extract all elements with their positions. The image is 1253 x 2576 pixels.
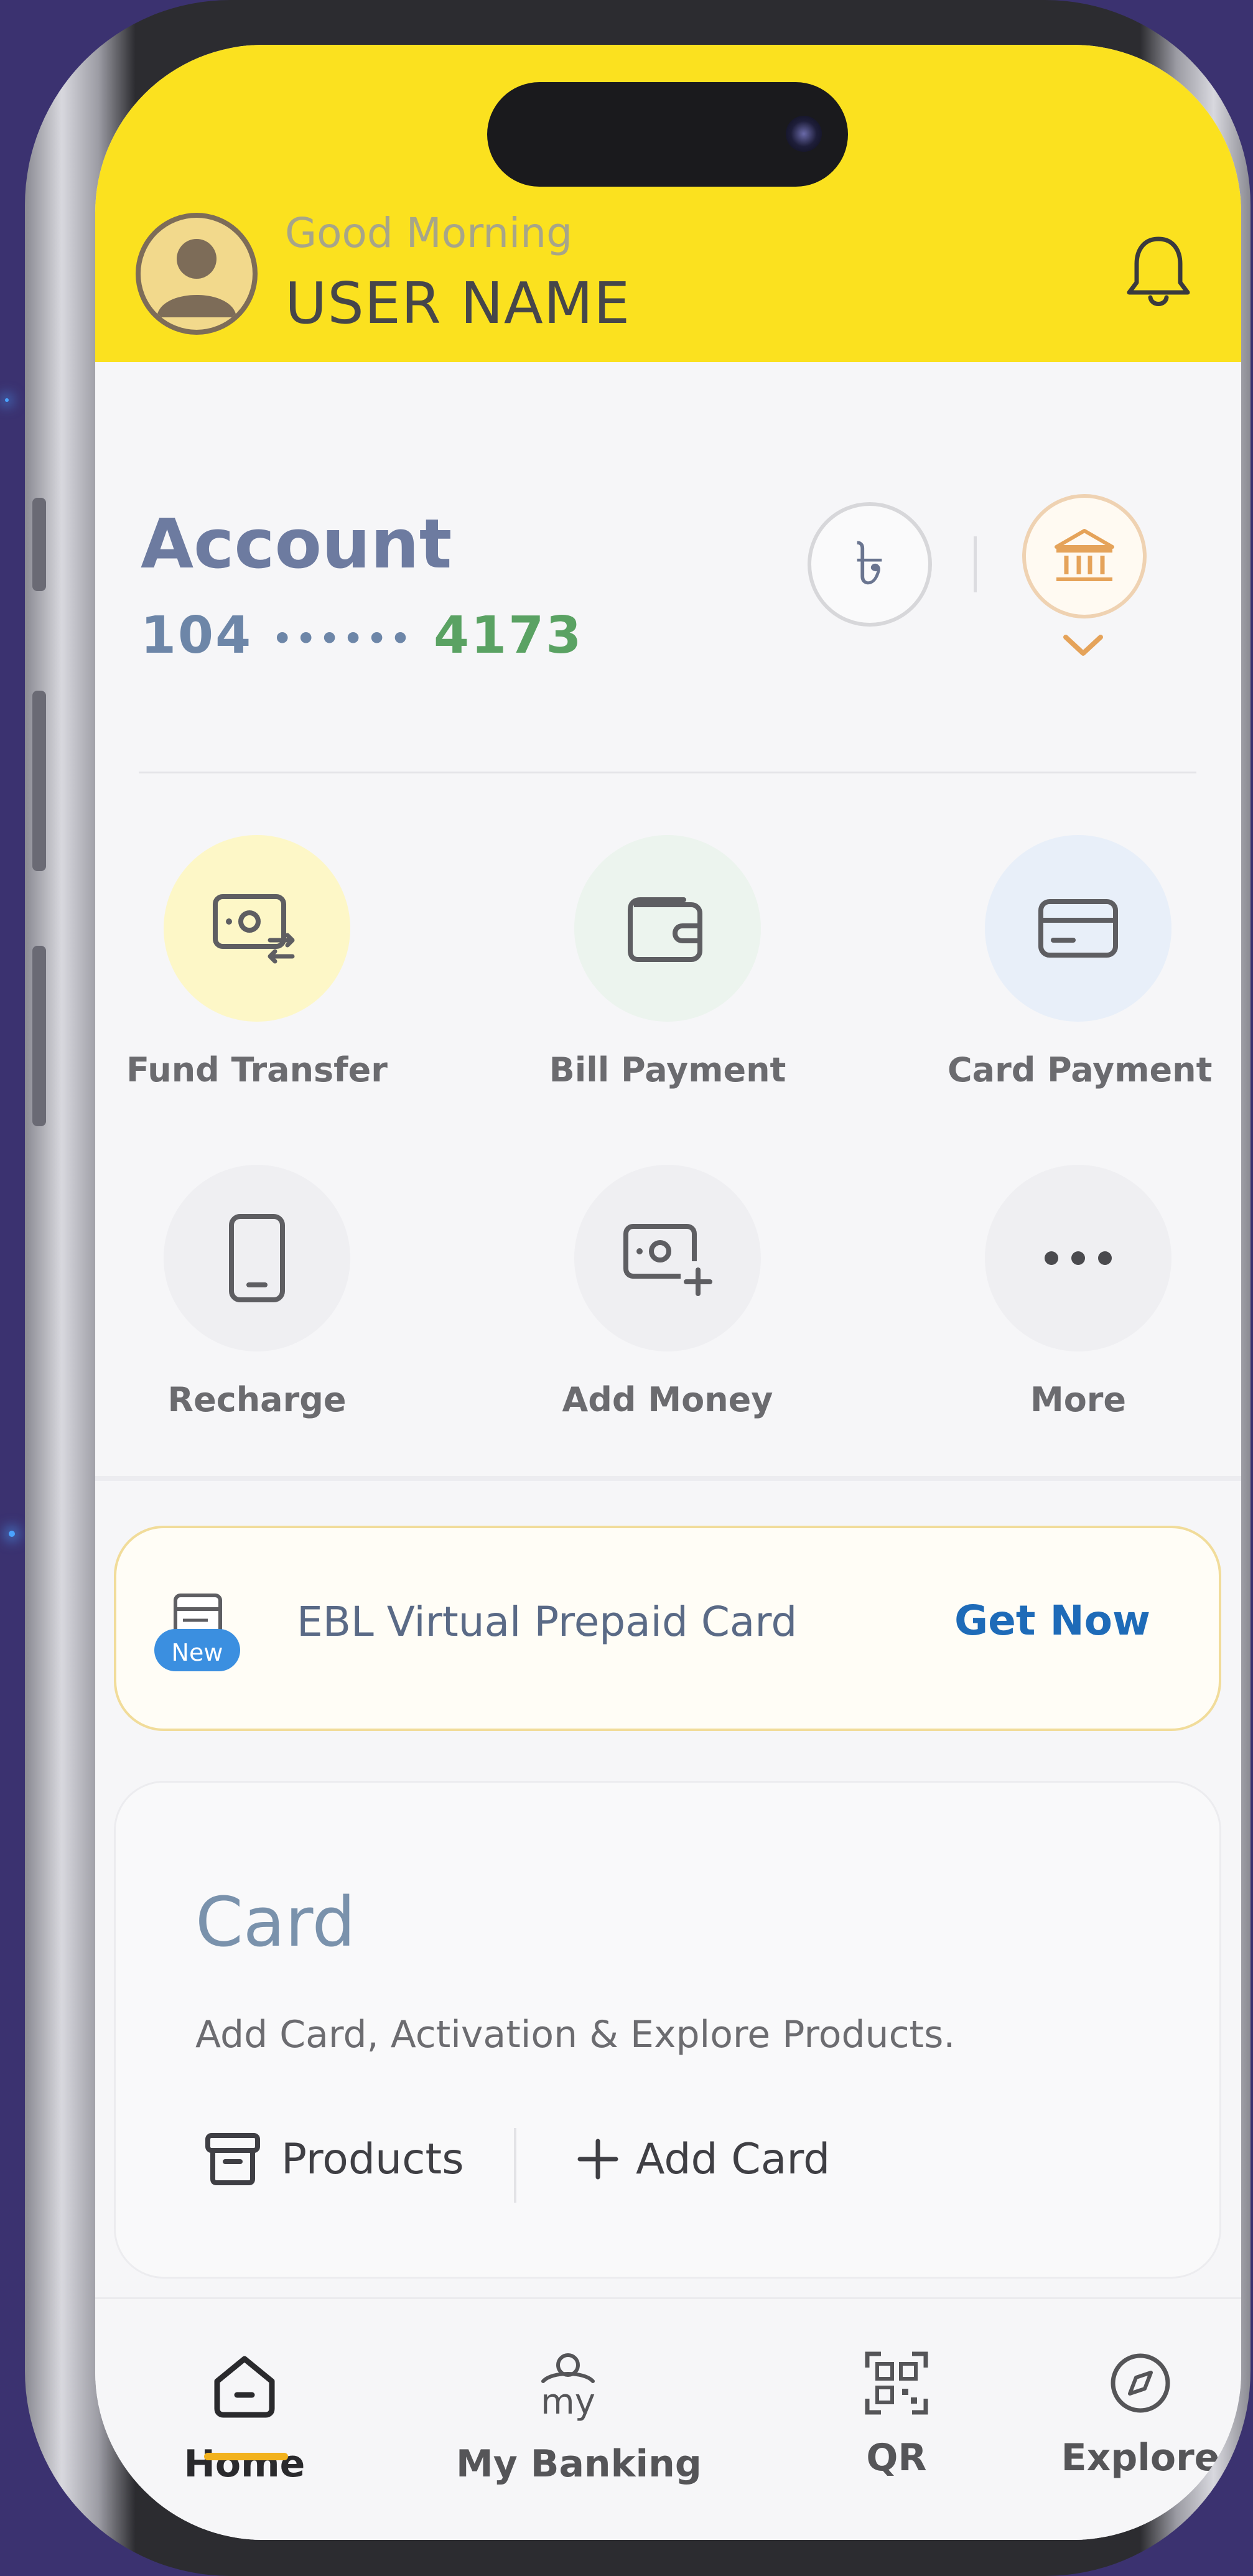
avatar[interactable] (136, 213, 258, 335)
phone-side-button (32, 946, 46, 1126)
background-glow-dot (9, 1531, 15, 1537)
action-icon-circle (985, 835, 1171, 1022)
chevron-down-icon[interactable] (1058, 630, 1108, 661)
action-label: Card Payment (948, 1050, 1213, 1090)
fund-transfer-icon (213, 894, 295, 964)
archive-box-icon (205, 2133, 260, 2185)
action-recharge[interactable]: Recharge (126, 1165, 388, 1419)
phone-frame: Good Morning USER NAME Account 104 •••••… (25, 0, 1251, 2576)
divider (139, 772, 1196, 773)
divider (974, 536, 977, 592)
card-section: Card Add Card, Activation & Explore Prod… (114, 1781, 1221, 2279)
new-badge: New (171, 1639, 223, 1666)
action-label: Recharge (167, 1380, 347, 1419)
prepaid-card-badge: New (151, 1590, 244, 1678)
account-title: Account (141, 504, 452, 584)
action-label: Bill Payment (549, 1050, 786, 1090)
app-header: Good Morning USER NAME (95, 45, 1241, 362)
app-screen: Good Morning USER NAME Account 104 •••••… (95, 45, 1241, 2540)
promo-banner[interactable]: New EBL Virtual Prepaid Card Get Now (114, 1526, 1221, 1731)
divider (514, 2128, 516, 2203)
svg-text:my: my (541, 2382, 595, 2422)
account-number: 104 •••••• 4173 (141, 606, 583, 665)
account-number-suffix: 4173 (434, 606, 584, 665)
action-fund-transfer[interactable]: Fund Transfer (126, 835, 388, 1090)
my-banking-icon: my (541, 2353, 595, 2422)
nav-label: QR (866, 2436, 927, 2480)
promo-text: EBL Virtual Prepaid Card (297, 1598, 798, 1646)
action-icon-circle (985, 1165, 1171, 1351)
phone-side-button (32, 498, 46, 591)
nav-home[interactable]: Home (133, 2349, 356, 2486)
section-separator (95, 1476, 1241, 1481)
home-icon (214, 2356, 275, 2418)
add-card-button[interactable]: Add Card (576, 2125, 830, 2193)
account-number-prefix: 104 (141, 606, 253, 665)
mobile-phone-icon (229, 1214, 285, 1302)
taka-icon: ৳ (855, 529, 885, 599)
qr-code-icon (865, 2351, 928, 2415)
action-card-payment[interactable]: Card Payment (948, 835, 1213, 1090)
nav-label: Explore (1061, 2436, 1220, 2480)
nav-label: Home (184, 2442, 305, 2486)
notification-bell-icon[interactable] (1122, 230, 1195, 311)
bank-select-button[interactable] (1022, 494, 1147, 618)
card-section-title: Card (195, 1882, 356, 1962)
products-button[interactable]: Products (203, 2125, 464, 2193)
greeting-text: Good Morning (285, 209, 572, 257)
action-icon-circle (164, 1165, 350, 1351)
phone-side-button (32, 691, 46, 871)
bank-icon (1055, 529, 1114, 581)
background-glow-dot (5, 398, 9, 402)
add-card-label: Add Card (636, 2134, 831, 2184)
plus-icon (577, 2139, 618, 2180)
nav-my-banking[interactable]: my My Banking (456, 2349, 702, 2486)
get-now-button[interactable]: Get Now (954, 1597, 1150, 1645)
wallet-icon (628, 897, 702, 962)
action-more[interactable]: More (948, 1165, 1209, 1419)
more-dots-icon (1045, 1251, 1112, 1265)
action-icon-circle (574, 1165, 761, 1351)
action-icon-circle (574, 835, 761, 1022)
card-section-subtitle: Add Card, Activation & Explore Products. (195, 2013, 956, 2056)
action-label: More (1030, 1380, 1127, 1419)
action-label: Add Money (562, 1380, 773, 1419)
compass-icon (1111, 2353, 1170, 2413)
products-label: Products (281, 2134, 464, 2184)
nav-label: My Banking (456, 2442, 702, 2486)
user-avatar-icon (157, 239, 236, 317)
action-label: Fund Transfer (126, 1050, 388, 1090)
action-icon-circle (164, 835, 350, 1022)
bottom-navigation: Home my My Banking QR Explore (95, 2297, 1241, 2540)
camera-lens (786, 116, 822, 152)
nav-qr[interactable]: QR (785, 2349, 1008, 2480)
action-bill-payment[interactable]: Bill Payment (537, 835, 798, 1090)
nav-explore[interactable]: Explore (1028, 2349, 1241, 2480)
currency-toggle-button[interactable]: ৳ (808, 502, 932, 627)
action-add-money[interactable]: Add Money (537, 1165, 798, 1419)
username-text: USER NAME (285, 270, 631, 337)
credit-card-icon (1038, 899, 1118, 958)
active-tab-indicator (204, 2453, 288, 2460)
dynamic-island (487, 82, 848, 187)
add-money-icon (623, 1224, 712, 1296)
account-number-mask: •••••• (272, 620, 414, 657)
